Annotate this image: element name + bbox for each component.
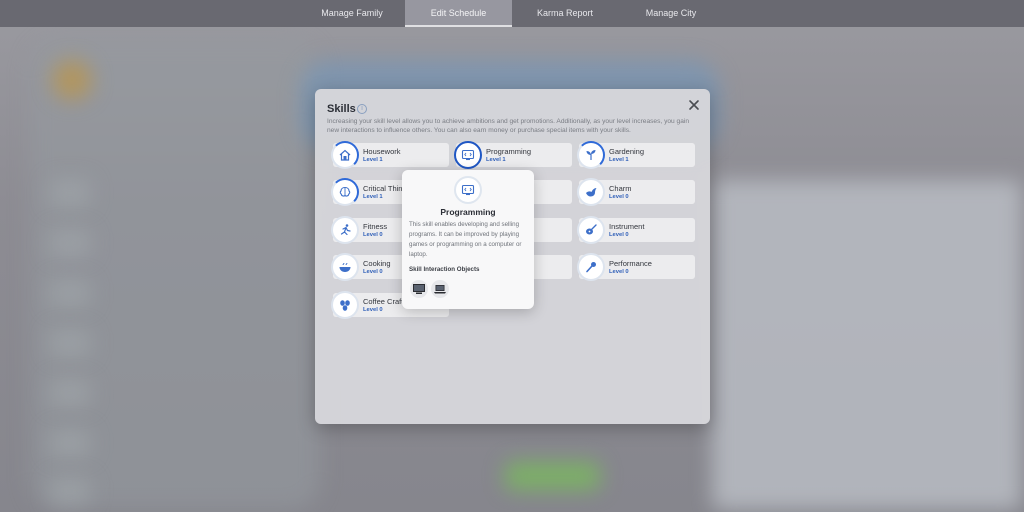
guitar-icon <box>586 224 597 235</box>
skill-name: Cooking <box>363 259 391 268</box>
skill-name: Programming <box>486 147 532 156</box>
skill-level: Level 0 <box>609 269 629 275</box>
skill-performance[interactable]: Performance Level 0 <box>577 253 695 281</box>
coffee-bean-icon <box>340 300 350 311</box>
skill-level: Level 1 <box>609 157 629 163</box>
skill-gardening[interactable]: Gardening Level 1 <box>577 141 695 169</box>
tab-manage-city[interactable]: Manage City <box>620 0 722 27</box>
tooltip-title: Programming <box>440 207 496 217</box>
skill-level: Level 0 <box>363 232 383 238</box>
background-avatar <box>52 60 92 100</box>
background-sidebar-item <box>50 280 90 306</box>
skill-name: Charm <box>609 184 632 193</box>
desktop-computer-icon <box>413 284 425 294</box>
interaction-object-desktop[interactable] <box>410 280 428 298</box>
skill-name: Instrument <box>609 222 645 231</box>
skill-instrument[interactable]: Instrument Level 0 <box>577 216 695 244</box>
skill-housework[interactable]: Housework Level 1 <box>331 141 449 169</box>
skill-name: Gardening <box>609 147 645 156</box>
house-icon <box>339 149 351 161</box>
skill-level: Level 0 <box>609 232 629 238</box>
skill-level: Level 0 <box>363 307 383 313</box>
tab-edit-schedule[interactable]: Edit Schedule <box>405 0 512 27</box>
skill-programming[interactable]: Programming Level 1 <box>454 141 572 169</box>
top-navigation: Manage Family Edit Schedule Karma Report… <box>0 0 1024 27</box>
background-green-button <box>505 462 600 490</box>
background-sidebar-item <box>50 180 90 206</box>
tab-karma-report[interactable]: Karma Report <box>514 0 616 27</box>
panel-title: Skills <box>327 103 356 115</box>
monitor-code-icon <box>461 184 475 196</box>
background-sidebar-item <box>50 330 90 356</box>
skill-level: Level 1 <box>486 157 506 163</box>
brain-icon <box>339 186 351 197</box>
tab-manage-family[interactable]: Manage Family <box>303 0 401 27</box>
info-icon[interactable]: i <box>357 104 367 114</box>
tooltip-description: This skill enables developing and sellin… <box>409 221 522 258</box>
skill-level: Level 0 <box>609 194 629 200</box>
skill-charm[interactable]: Charm Level 0 <box>577 178 695 206</box>
background-sidebar-item <box>50 380 90 406</box>
skill-name: Housework <box>363 147 401 156</box>
skill-tooltip: Programming This skill enables developin… <box>402 170 534 309</box>
background-sidebar-item <box>50 430 90 456</box>
bird-icon <box>586 188 597 197</box>
close-button[interactable] <box>687 99 701 113</box>
microphone-icon <box>586 262 596 273</box>
background-sidebar-item <box>50 478 90 504</box>
interaction-object-laptop[interactable] <box>431 280 449 298</box>
skill-level: Level 0 <box>363 269 383 275</box>
background-right-panel <box>712 180 1022 510</box>
close-icon <box>689 100 699 110</box>
monitor-code-icon <box>461 149 475 161</box>
skill-level: Level 1 <box>363 157 383 163</box>
running-icon <box>340 224 351 236</box>
skill-name: Fitness <box>363 222 388 231</box>
sprout-icon <box>586 150 596 160</box>
skill-level: Level 1 <box>363 194 383 200</box>
skill-name: Coffee Craft <box>363 297 404 306</box>
skill-name: Performance <box>609 259 652 268</box>
panel-description: Increasing your skill level allows you t… <box>327 118 689 134</box>
background-sidebar-item <box>50 230 90 256</box>
laptop-icon <box>434 285 446 294</box>
bowl-icon <box>339 262 351 272</box>
tooltip-objects-heading: Skill Interaction Objects <box>409 266 480 273</box>
